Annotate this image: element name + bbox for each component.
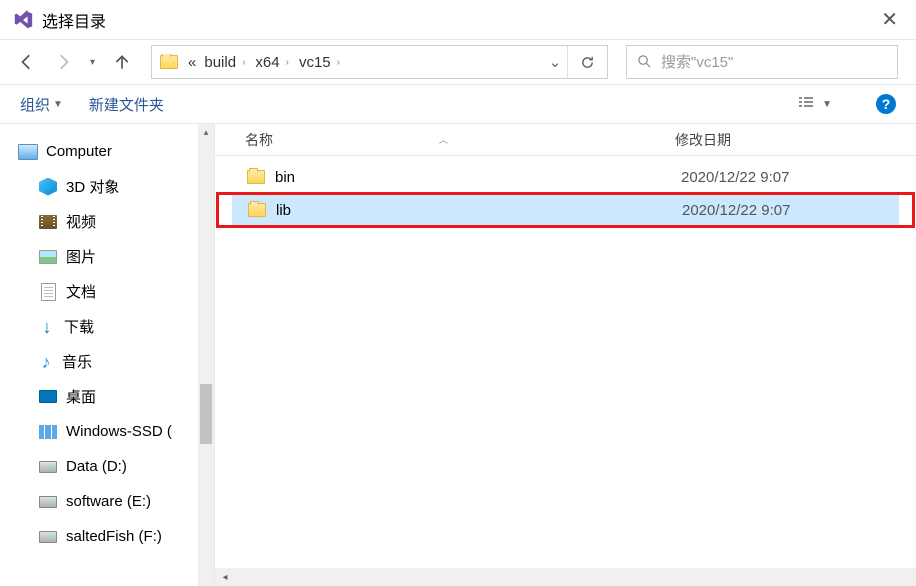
tree-item-drive-e[interactable]: software (E:)	[18, 484, 214, 519]
tree-item-drive-c[interactable]: Windows-SSD (	[18, 414, 214, 449]
nav-arrows: ▾	[18, 53, 131, 71]
computer-icon	[18, 143, 38, 161]
file-row[interactable]: bin 2020/12/22 9:07	[231, 162, 900, 192]
tree-item-music[interactable]: ♪ 音乐	[18, 344, 214, 379]
breadcrumb: « build› x64› vc15›	[152, 54, 543, 71]
drive-icon	[38, 528, 58, 546]
tree-item-documents[interactable]: 文档	[18, 274, 214, 309]
window-title: 选择目录	[42, 8, 873, 32]
videos-icon	[38, 213, 58, 231]
tree-item-desktop[interactable]: 桌面	[18, 379, 214, 414]
column-headers: 名称 ︿ 修改日期	[215, 124, 916, 156]
file-modified-date: 2020/12/22 9:07	[681, 169, 900, 186]
organize-button[interactable]: 组织 ▼	[20, 94, 63, 115]
up-button[interactable]	[113, 53, 131, 71]
nav-toolbar: ▾ « build› x64› vc15› ⌄	[0, 40, 916, 84]
main-area: Computer 3D 对象 视频 图片 文档 ↓ 下载	[0, 124, 916, 586]
highlighted-selection: lib 2020/12/22 9:07	[216, 192, 915, 228]
search-box[interactable]	[626, 45, 898, 79]
tree-item-3d[interactable]: 3D 对象	[18, 169, 214, 204]
folder-icon	[160, 55, 178, 69]
tree-root-computer[interactable]: Computer	[18, 134, 214, 169]
drive-icon	[38, 493, 58, 511]
horizontal-scrollbar[interactable]: ◂	[215, 568, 916, 586]
3d-objects-icon	[38, 178, 58, 196]
search-input[interactable]	[661, 54, 887, 71]
column-header-name[interactable]: 名称 ︿	[215, 130, 665, 150]
view-options[interactable]: ▼	[796, 96, 832, 112]
titlebar: 选择目录 ✕	[0, 0, 916, 40]
tree-item-drive-d[interactable]: Data (D:)	[18, 449, 214, 484]
close-icon[interactable]: ✕	[873, 7, 906, 32]
scroll-left-icon[interactable]: ◂	[215, 572, 235, 583]
tree-item-videos[interactable]: 视频	[18, 204, 214, 239]
address-dropdown-icon[interactable]: ⌄	[543, 53, 567, 71]
file-name: lib	[276, 202, 291, 219]
scroll-thumb[interactable]	[200, 384, 212, 444]
drive-icon	[38, 458, 58, 476]
folder-icon	[247, 170, 265, 184]
file-list: 名称 ︿ 修改日期 bin 2020/12/22 9:07 l	[214, 124, 916, 586]
history-dropdown[interactable]: ▾	[90, 57, 95, 68]
back-button[interactable]	[18, 53, 36, 71]
navigation-tree: Computer 3D 对象 视频 图片 文档 ↓ 下载	[0, 124, 214, 586]
app-icon	[12, 9, 34, 31]
scroll-up-icon[interactable]: ▴	[198, 124, 214, 140]
new-folder-button[interactable]: 新建文件夹	[89, 94, 164, 115]
breadcrumb-item[interactable]: x64›	[251, 54, 295, 71]
file-modified-date: 2020/12/22 9:07	[682, 202, 899, 219]
address-bar[interactable]: « build› x64› vc15› ⌄	[151, 45, 608, 79]
column-header-modified[interactable]: 修改日期	[665, 130, 916, 150]
sort-indicator-icon: ︿	[439, 133, 448, 146]
help-button[interactable]: ?	[876, 94, 896, 114]
command-toolbar: 组织 ▼ 新建文件夹 ▼ ?	[0, 84, 916, 124]
downloads-icon: ↓	[38, 318, 56, 336]
breadcrumb-item[interactable]: vc15›	[295, 54, 346, 71]
pictures-icon	[38, 248, 58, 266]
desktop-icon	[38, 388, 58, 406]
sidebar-scrollbar[interactable]: ▴	[198, 124, 214, 586]
refresh-button[interactable]	[567, 46, 607, 78]
file-row[interactable]: lib 2020/12/22 9:07	[232, 195, 899, 225]
breadcrumb-item[interactable]: build›	[200, 54, 251, 71]
tree-item-drive-f[interactable]: saltedFish (F:)	[18, 519, 214, 554]
tree-item-pictures[interactable]: 图片	[18, 239, 214, 274]
file-name: bin	[275, 169, 295, 186]
breadcrumb-ellipsis[interactable]: «	[184, 54, 200, 71]
ssd-icon	[38, 423, 58, 441]
forward-button[interactable]	[54, 53, 72, 71]
tree-item-downloads[interactable]: ↓ 下载	[18, 309, 214, 344]
folder-icon	[248, 203, 266, 217]
music-icon: ♪	[38, 353, 54, 371]
documents-icon	[38, 283, 58, 301]
search-icon	[637, 54, 653, 70]
